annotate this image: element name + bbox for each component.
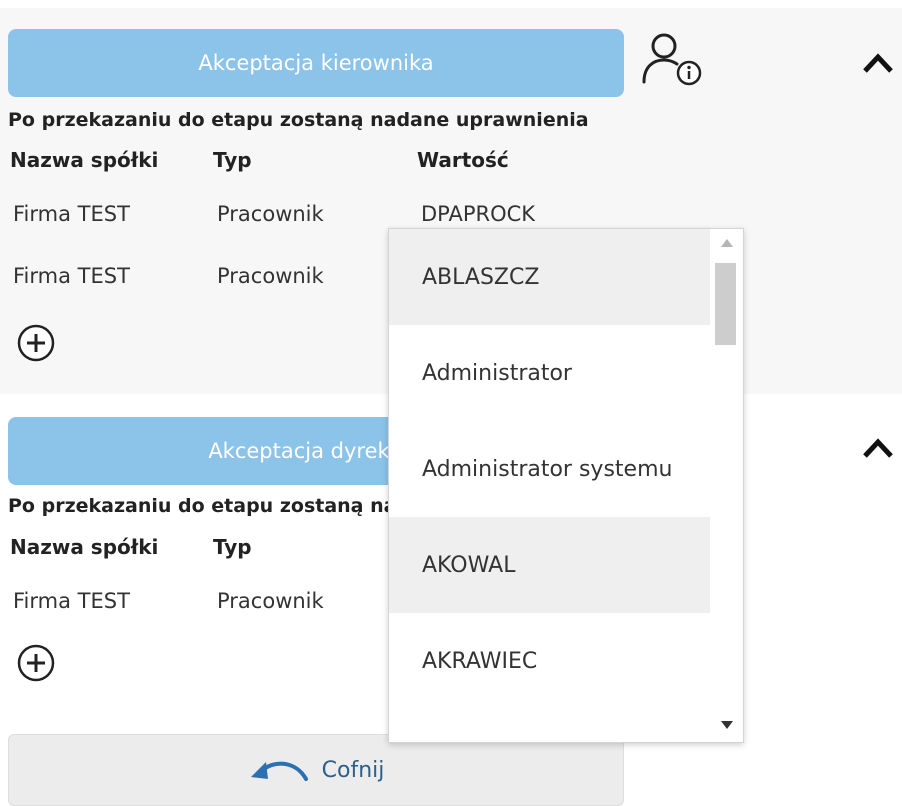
dropdown-option[interactable]: Administrator xyxy=(389,325,710,421)
stage-info-text: Po przekazaniu do etapu zostaną nadane u… xyxy=(8,109,589,131)
header-company: Nazwa spółki xyxy=(10,535,159,559)
table-row-type: Pracownik xyxy=(217,264,324,288)
table-row-value[interactable]: DPAPROCK xyxy=(421,202,535,226)
user-info-icon[interactable] xyxy=(640,30,704,88)
value-dropdown[interactable]: ABLASZCZ Administrator Administrator sys… xyxy=(388,228,744,743)
scroll-down-arrow-icon[interactable] xyxy=(721,721,733,729)
table-row-company: Firma TEST xyxy=(13,589,130,613)
table-row-type: Pracownik xyxy=(217,202,324,226)
dropdown-option[interactable]: Administrator systemu xyxy=(389,421,710,517)
stage-button-label: Akceptacja dyrek xyxy=(208,439,390,463)
plus-circle-icon[interactable] xyxy=(16,643,56,683)
stage-info-text: Po przekazaniu do etapu zostaną na xyxy=(8,495,397,517)
dropdown-scrollbar[interactable] xyxy=(711,229,743,742)
dropdown-option[interactable]: AKRAWIEC xyxy=(389,613,710,709)
scroll-up-arrow-icon[interactable] xyxy=(721,239,733,247)
chevron-up-icon[interactable] xyxy=(862,436,894,460)
header-value: Wartość xyxy=(417,148,509,172)
scrollbar-thumb[interactable] xyxy=(715,263,736,345)
dropdown-option[interactable]: ABLASZCZ xyxy=(389,229,710,325)
table-row-company: Firma TEST xyxy=(13,264,130,288)
table-row-type: Pracownik xyxy=(217,589,324,613)
dropdown-option[interactable]: AKOWAL xyxy=(389,517,710,613)
plus-circle-icon[interactable] xyxy=(16,323,56,363)
chevron-up-icon[interactable] xyxy=(862,51,894,75)
table-row-company: Firma TEST xyxy=(13,202,130,226)
header-company: Nazwa spółki xyxy=(10,148,159,172)
undo-arrow-icon xyxy=(250,761,308,781)
stage-button-akceptacja-kierownika[interactable]: Akceptacja kierownika xyxy=(8,29,624,97)
back-button[interactable]: Cofnij xyxy=(8,734,624,806)
header-type: Typ xyxy=(213,535,252,559)
back-button-label: Cofnij xyxy=(321,757,385,783)
header-type: Typ xyxy=(213,148,252,172)
